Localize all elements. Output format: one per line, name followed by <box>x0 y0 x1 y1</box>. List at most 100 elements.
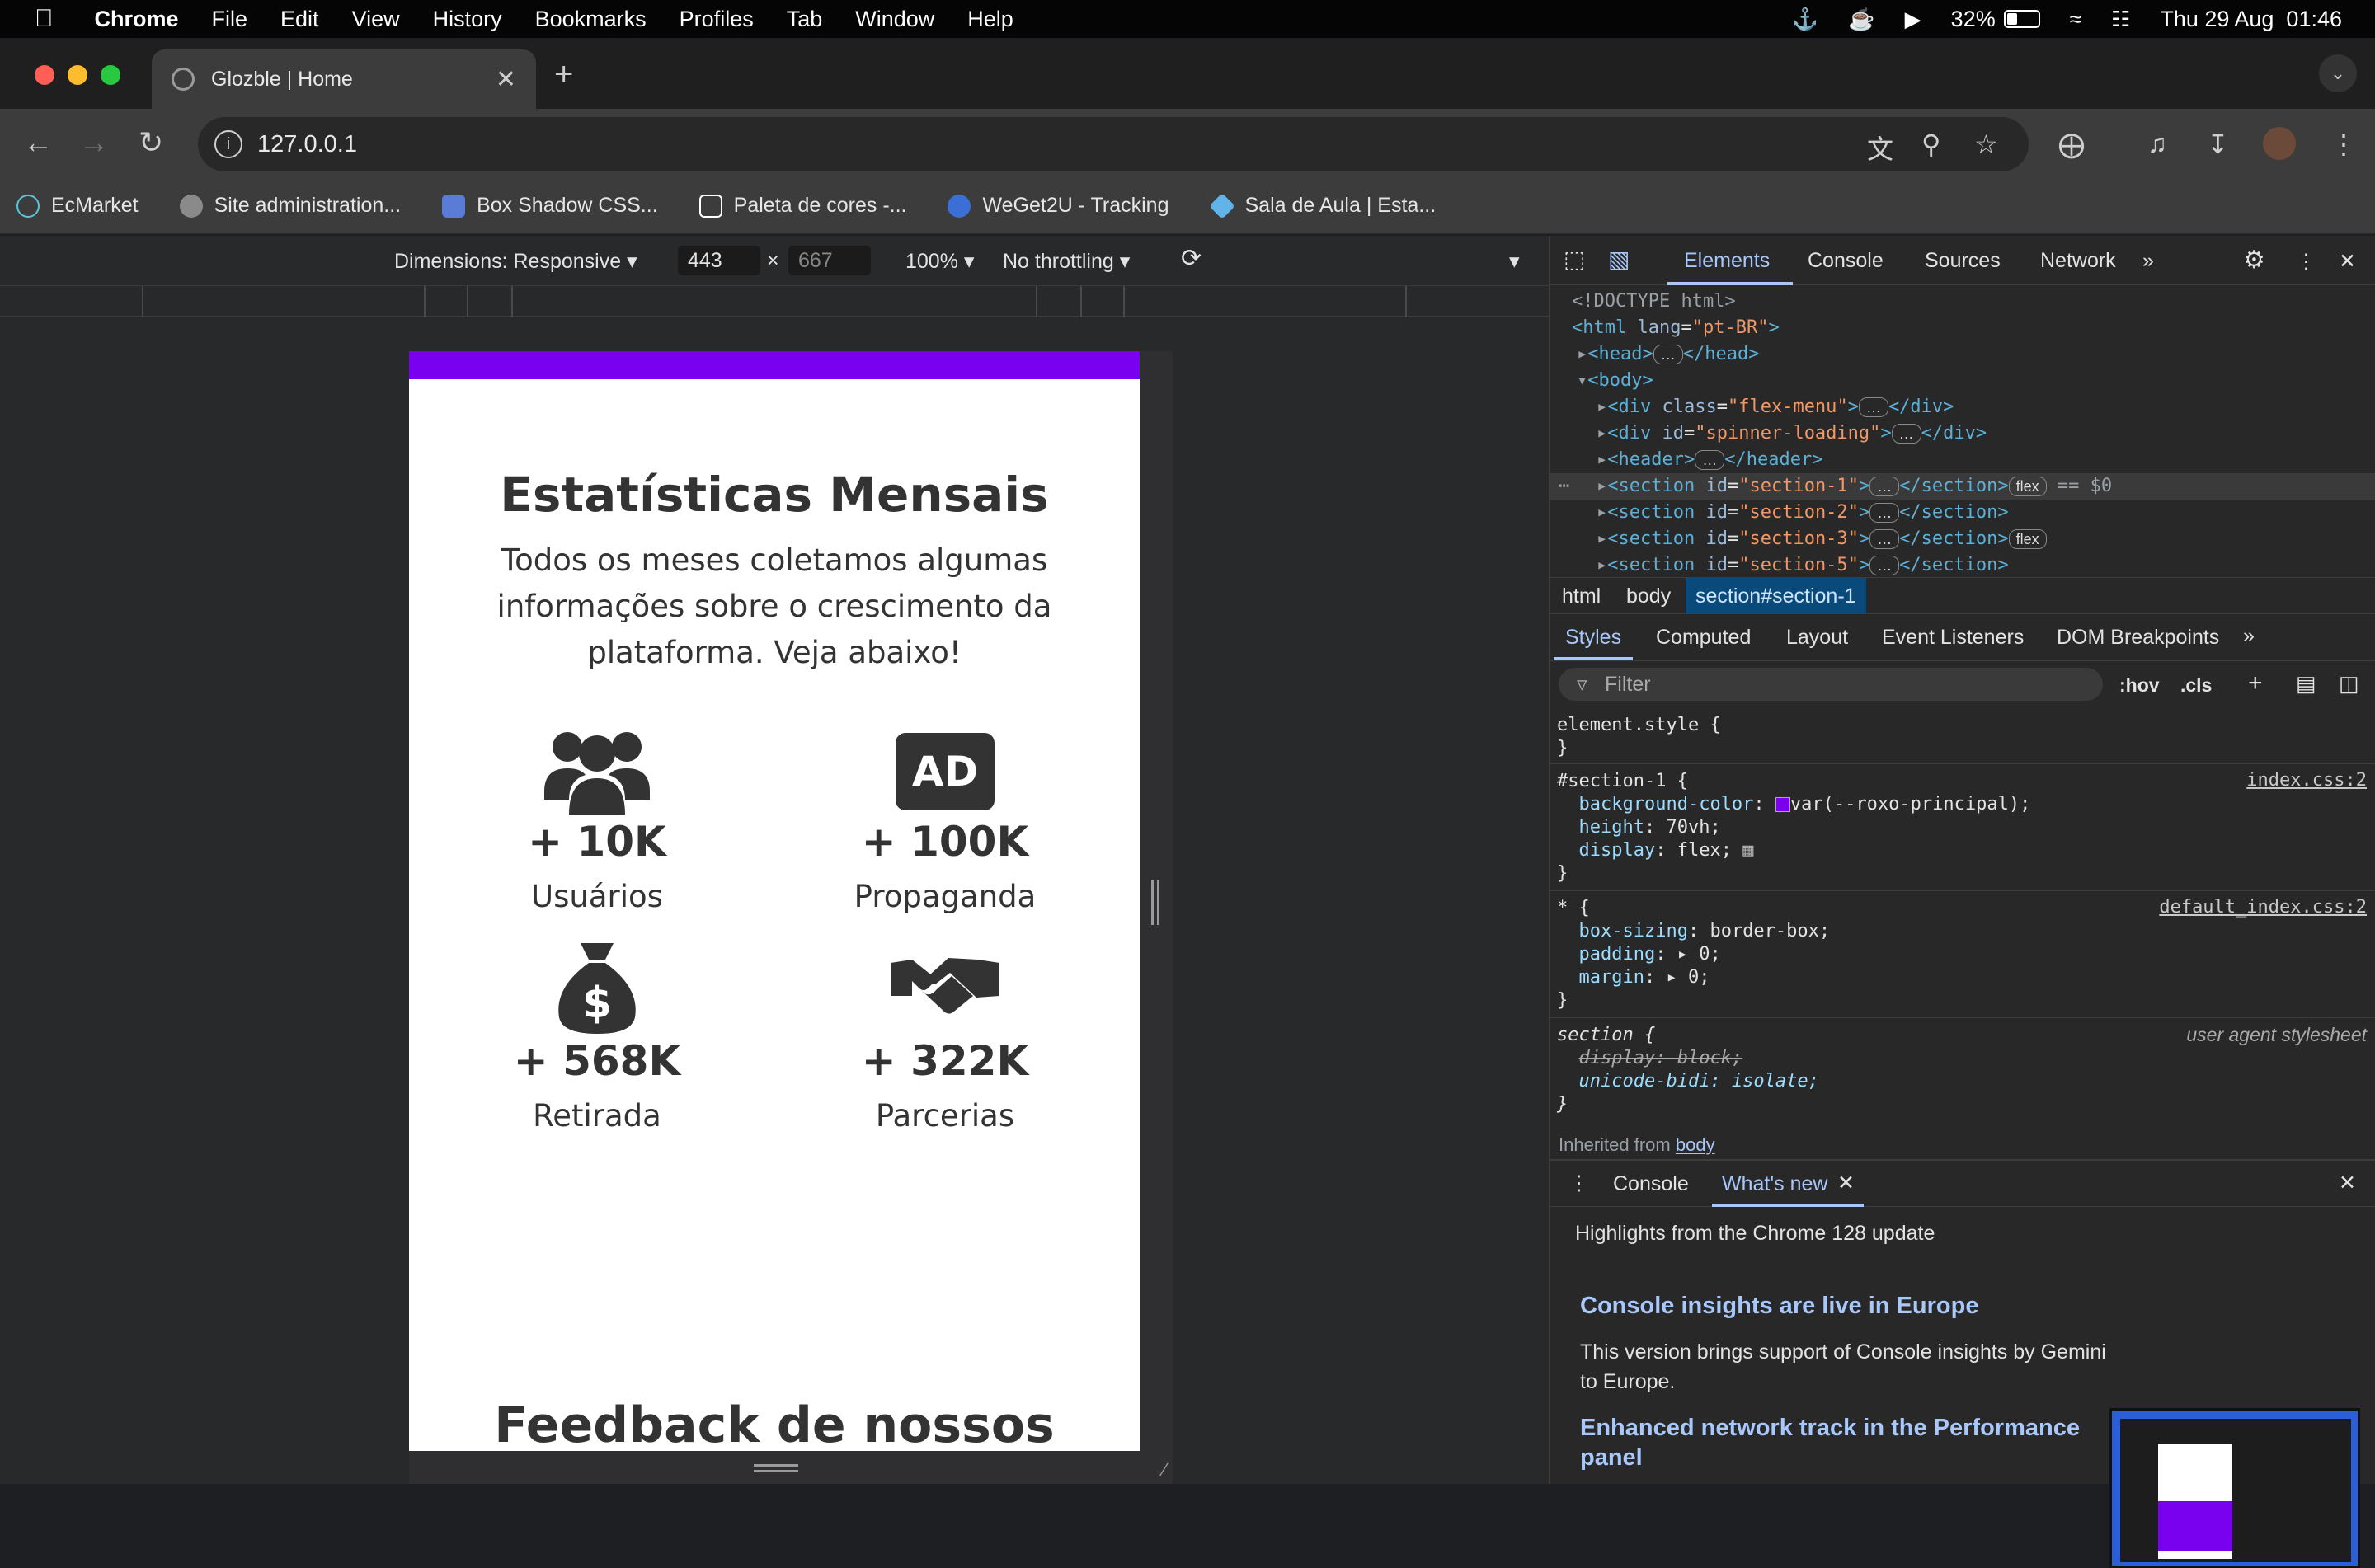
prop-display[interactable]: display <box>1579 840 1656 861</box>
bookmark-item[interactable]: WeGet2U - Tracking <box>948 194 1169 218</box>
val-height[interactable]: 70vh; <box>1666 817 1720 838</box>
maximize-window-button[interactable] <box>101 65 120 85</box>
drawer-tab-close-icon[interactable]: ✕ <box>1837 1171 1855 1195</box>
val-padding[interactable]: 0; <box>1699 944 1721 965</box>
new-rule-icon[interactable]: + <box>2248 669 2263 697</box>
menu-view[interactable]: View <box>352 7 400 32</box>
rotate-icon[interactable]: ⟳ <box>1181 244 1202 273</box>
battery-icon[interactable] <box>2003 10 2040 28</box>
tab-close-icon[interactable]: ✕ <box>496 65 516 94</box>
tab-network[interactable]: Network <box>2040 249 2116 273</box>
drawer-tab-console[interactable]: Console <box>1613 1172 1689 1196</box>
dom-div-flex-menu[interactable]: ▸<div class="flex-menu">… </div> <box>1550 394 2375 420</box>
inspect-element-icon[interactable]: ⬚ <box>1564 246 1585 273</box>
menu-edit[interactable]: Edit <box>280 7 319 32</box>
dom-header[interactable]: ▸<header>… </header> <box>1550 447 2375 473</box>
device-options-icon[interactable]: ▾ <box>1509 249 1520 274</box>
translate-icon[interactable]: 文 <box>1867 129 1893 167</box>
zoom-select[interactable]: 100% ▾ <box>905 249 974 274</box>
dom-doctype[interactable]: <!DOCTYPE html> <box>1550 289 2375 315</box>
wifi-icon[interactable]: ≈ <box>2070 7 2081 32</box>
bookmark-item[interactable]: Paleta de cores -... <box>698 194 906 218</box>
prop-box-sizing[interactable]: box-sizing <box>1579 921 1688 941</box>
dom-html[interactable]: <html lang="pt-BR"> <box>1550 315 2375 341</box>
browser-tab[interactable]: Glozble | Home ✕ <box>152 49 536 109</box>
val-box-sizing[interactable]: border-box; <box>1710 921 1830 941</box>
crumb-body[interactable]: body <box>1626 584 1671 608</box>
width-input[interactable]: 443 <box>678 246 760 275</box>
menu-file[interactable]: File <box>212 7 248 32</box>
dom-section-1-selected[interactable]: ⋯ ▸<section id="section-1">… </section> fle… <box>1550 473 2375 500</box>
new-tab-button[interactable]: + <box>554 56 573 93</box>
viewport-resize-handle[interactable] <box>1151 880 1159 925</box>
media-query-ruler[interactable] <box>0 285 1549 317</box>
dom-div-spinner[interactable]: ▸<div id="spinner-loading">… </div> <box>1550 420 2375 447</box>
styles-filter-input[interactable]: ▿ Filter <box>1559 668 2103 701</box>
more-tabs-icon[interactable]: » <box>2142 249 2154 273</box>
close-window-button[interactable] <box>35 65 54 85</box>
val-display[interactable]: flex; <box>1677 840 1732 861</box>
address-bar[interactable]: i 127.0.0.1 <box>198 117 2029 171</box>
apple-icon[interactable]:  <box>35 5 54 33</box>
dom-head[interactable]: ▸<head>… </head> <box>1550 341 2375 368</box>
settings-gear-icon[interactable]: ⚙ <box>2243 246 2265 275</box>
whats-new-item1-title[interactable]: Console insights are live in Europe <box>1580 1293 1978 1320</box>
prop-padding[interactable]: padding <box>1579 944 1656 965</box>
crumb-section[interactable]: section#section-1 <box>1686 578 1866 614</box>
dom-section-5[interactable]: ▸<section id="section-5">… </section> <box>1550 552 2375 579</box>
tab-search-button[interactable]: ⌄ <box>2319 54 2357 92</box>
zoom-icon[interactable]: ⚲ <box>1921 129 1940 160</box>
dom-body[interactable]: ▾<body> <box>1550 368 2375 394</box>
rule-source-link[interactable]: index.css:2 <box>2246 770 2367 791</box>
bookmark-item[interactable]: Sala de Aula | Esta... <box>1208 192 1436 219</box>
media-control-icon[interactable]: ♫ <box>2147 129 2167 159</box>
back-icon[interactable]: ← <box>23 125 53 160</box>
play-circle-icon[interactable]: ▶ <box>1905 7 1921 32</box>
bookmark-star-icon[interactable]: ☆ <box>1974 129 1998 160</box>
whats-new-thumbnail[interactable] <box>2109 1408 2360 1568</box>
flex-badge[interactable]: flex <box>2008 529 2047 549</box>
site-info-icon[interactable]: i <box>214 130 242 158</box>
drawer-tab-whats-new[interactable]: What's new <box>1722 1172 1827 1196</box>
minimize-window-button[interactable] <box>68 65 87 85</box>
crumb-html[interactable]: html <box>1562 584 1601 608</box>
forward-icon[interactable]: → <box>79 125 109 160</box>
device-toggle-icon[interactable]: ▧ <box>1608 246 1630 273</box>
paint-icon[interactable]: ▤ <box>2296 671 2316 697</box>
bookmark-item[interactable]: EcMarket <box>16 194 139 218</box>
corner-resize-icon[interactable]: ∕ <box>1163 1459 1166 1481</box>
coffee-icon[interactable]: ☕ <box>1848 7 1874 32</box>
devtools-close-icon[interactable]: ✕ <box>2339 249 2356 274</box>
tab-elements[interactable]: Elements <box>1684 249 1770 273</box>
throttling-select[interactable]: No throttling ▾ <box>1003 249 1130 274</box>
menu-app-name[interactable]: Chrome <box>95 7 179 32</box>
bookmark-item[interactable]: Site administration... <box>179 194 401 218</box>
bookmark-item[interactable]: Box Shadow CSS... <box>442 194 658 218</box>
tab-dom-breakpoints[interactable]: DOM Breakpoints <box>2057 626 2219 650</box>
bottom-resize-grip-icon[interactable] <box>754 1464 798 1472</box>
cls-toggle[interactable]: .cls <box>2180 674 2212 697</box>
val-margin[interactable]: 0; <box>1688 967 1710 988</box>
prop-background-color[interactable]: background-color <box>1579 794 1754 815</box>
menu-help[interactable]: Help <box>967 7 1013 32</box>
tab-layout[interactable]: Layout <box>1786 626 1848 650</box>
flex-editor-icon[interactable]: ▦ <box>1742 840 1753 861</box>
val-background-color[interactable]: var(--roxo-principal); <box>1790 794 2030 815</box>
menu-profiles[interactable]: Profiles <box>680 7 754 32</box>
menu-bookmarks[interactable]: Bookmarks <box>535 7 647 32</box>
hov-toggle[interactable]: :hov <box>2119 674 2160 697</box>
tab-computed[interactable]: Computed <box>1656 626 1751 650</box>
profile-avatar[interactable] <box>2263 127 2296 160</box>
dom-section-3[interactable]: ▸<section id="section-3">… </section> flex <box>1550 526 2375 552</box>
prop-margin[interactable]: margin <box>1579 967 1644 988</box>
viewport-bottom-gutter[interactable]: ∕ <box>409 1451 1173 1484</box>
menu-tab[interactable]: Tab <box>787 7 823 32</box>
download-icon[interactable]: ↧ <box>2207 129 2229 160</box>
height-input[interactable]: 667 <box>788 246 871 275</box>
tab-styles[interactable]: Styles <box>1565 626 1621 650</box>
tab-event-listeners[interactable]: Event Listeners <box>1882 626 2024 650</box>
rule-source-link[interactable]: default_index.css:2 <box>2159 897 2367 918</box>
purple-swatch[interactable] <box>1775 797 1790 812</box>
menu-window[interactable]: Window <box>855 7 934 32</box>
tab-sources[interactable]: Sources <box>1925 249 2001 273</box>
